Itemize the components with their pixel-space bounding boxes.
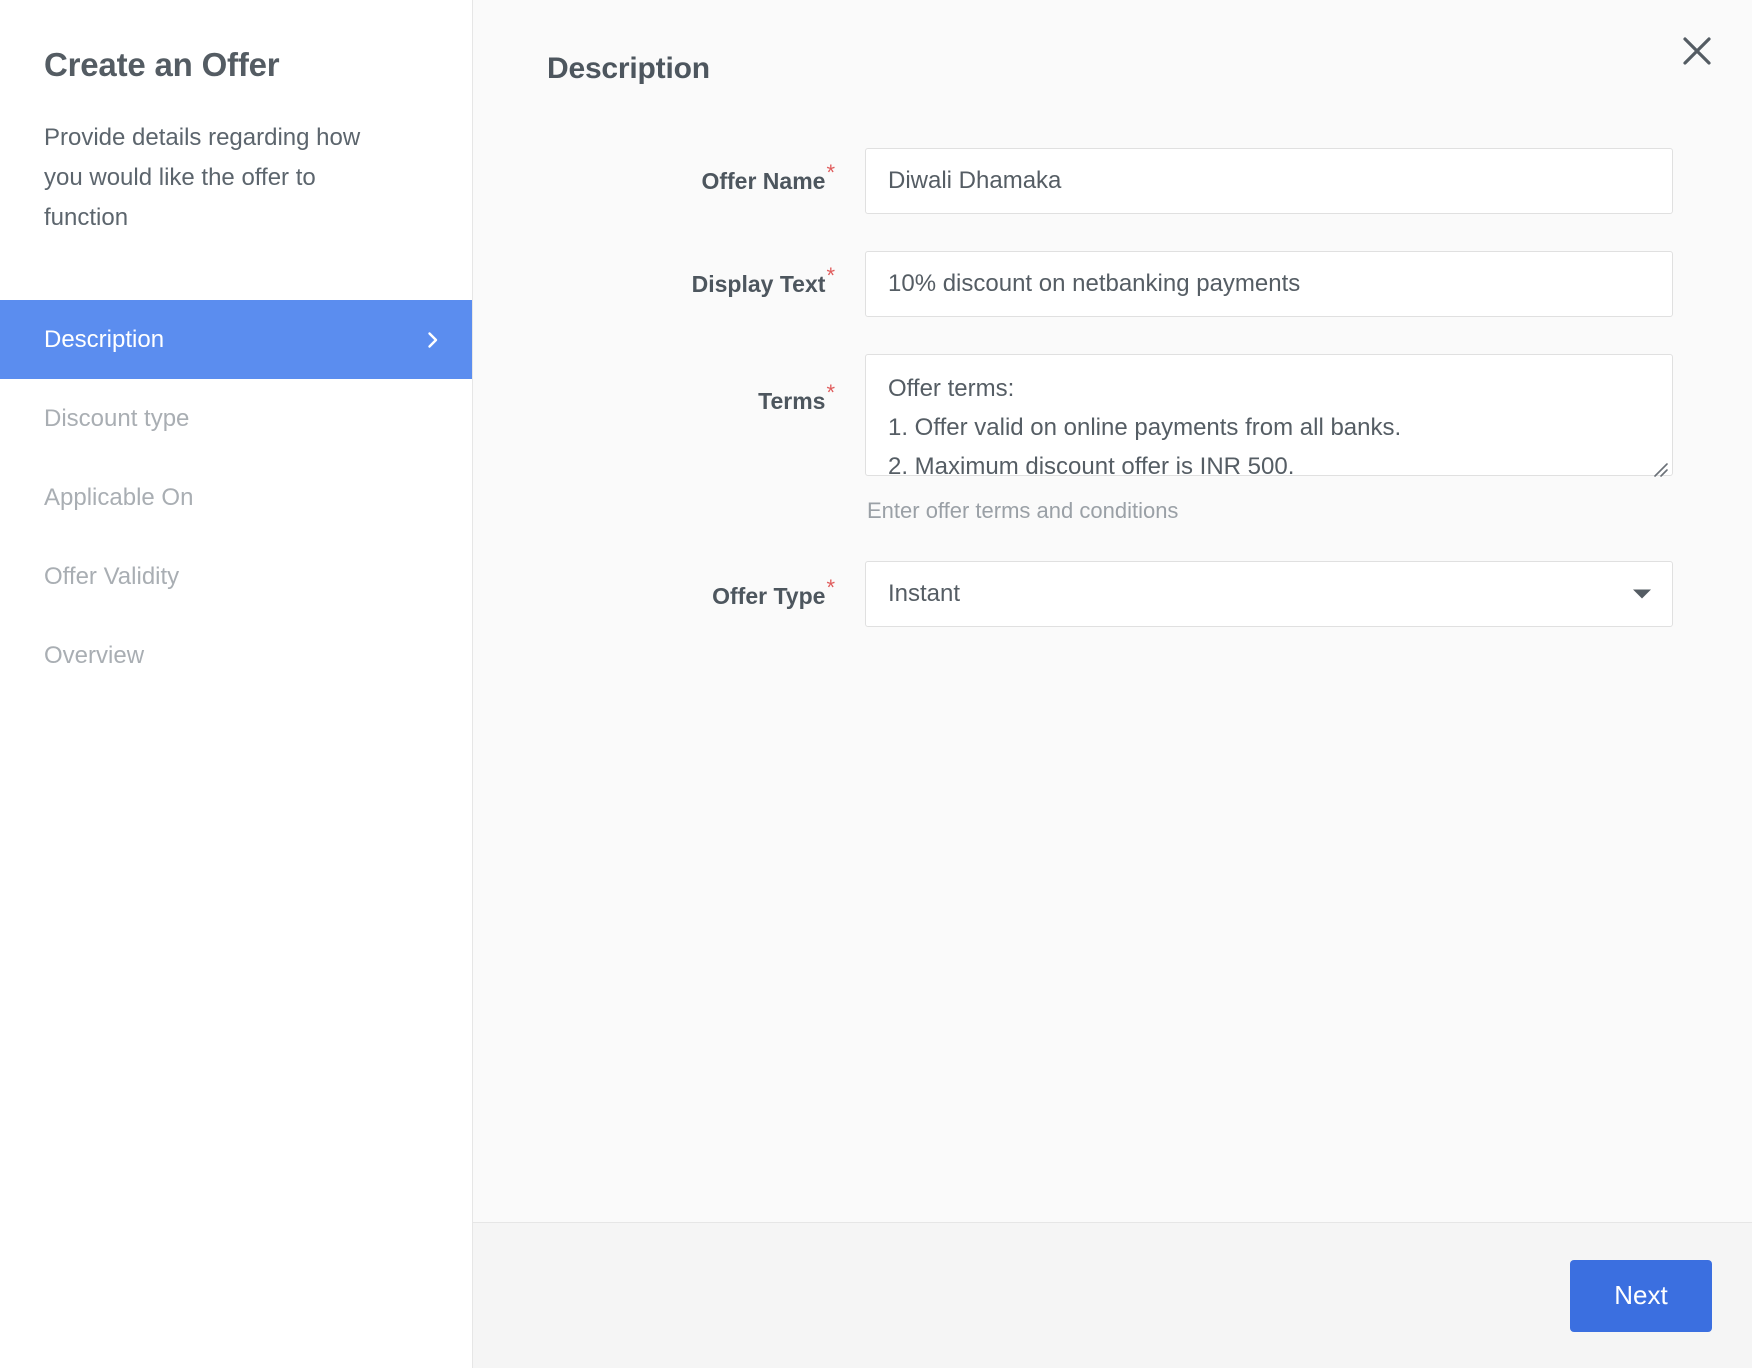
offer-type-label: Offer Type* bbox=[547, 561, 865, 608]
form-row-terms: Terms* Offer terms: 1. Offer valid on on… bbox=[547, 354, 1676, 524]
offer-type-select[interactable]: Instant bbox=[865, 561, 1673, 627]
sidebar: Create an Offer Provide details regardin… bbox=[0, 0, 473, 1368]
sidebar-item-label: Discount type bbox=[44, 404, 190, 432]
offer-name-input[interactable] bbox=[865, 148, 1673, 214]
required-asterisk: * bbox=[826, 575, 835, 601]
display-text-field-wrap bbox=[865, 251, 1673, 317]
display-text-label: Display Text* bbox=[547, 251, 865, 296]
section-title: Description bbox=[547, 52, 710, 85]
chevron-right-icon bbox=[422, 329, 444, 351]
required-asterisk: * bbox=[826, 380, 835, 406]
terms-textarea[interactable]: Offer terms: 1. Offer valid on online pa… bbox=[865, 354, 1673, 476]
form-row-display-text: Display Text* bbox=[547, 251, 1676, 317]
wizard-step-nav: Description Discount type Applicable On … bbox=[0, 300, 472, 695]
offer-name-field-wrap bbox=[865, 148, 1673, 214]
sidebar-item-overview[interactable]: Overview bbox=[0, 616, 472, 695]
form-body: Description Offer Name* Display Text* bbox=[473, 0, 1752, 1222]
form-row-offer-name: Offer Name* bbox=[547, 148, 1676, 214]
next-button[interactable]: Next bbox=[1570, 1259, 1712, 1332]
sidebar-item-label: Offer Validity bbox=[44, 562, 180, 590]
page-title: Create an Offer bbox=[44, 46, 280, 83]
terms-field-wrap: Offer terms: 1. Offer valid on online pa… bbox=[865, 354, 1673, 524]
sidebar-item-offer-validity[interactable]: Offer Validity bbox=[0, 537, 472, 616]
terms-help-text: Enter offer terms and conditions bbox=[867, 498, 1179, 523]
form-row-offer-type: Offer Type* Instant bbox=[547, 561, 1676, 627]
terms-label: Terms* bbox=[547, 354, 865, 413]
required-asterisk: * bbox=[826, 263, 835, 289]
modal-footer: Next bbox=[473, 1222, 1752, 1368]
sidebar-item-description[interactable]: Description bbox=[0, 300, 472, 379]
display-text-input[interactable] bbox=[865, 251, 1673, 317]
offer-type-select-box[interactable]: Instant bbox=[865, 561, 1673, 627]
sidebar-item-label: Applicable On bbox=[44, 483, 194, 511]
sidebar-item-label: Overview bbox=[44, 641, 145, 669]
offer-name-label: Offer Name* bbox=[547, 148, 865, 193]
offer-name-label-text: Offer Name bbox=[701, 168, 826, 194]
terms-label-text: Terms bbox=[758, 388, 826, 414]
sidebar-item-label: Description bbox=[44, 325, 165, 353]
terms-textarea-box: Offer terms: 1. Offer valid on online pa… bbox=[865, 354, 1673, 481]
page-subtitle: Provide details regarding how you would … bbox=[44, 124, 361, 231]
content-panel: Description Offer Name* Display Text* bbox=[473, 0, 1752, 1368]
sidebar-item-discount-type[interactable]: Discount type bbox=[0, 379, 472, 458]
offer-type-label-text: Offer Type bbox=[712, 583, 826, 609]
sidebar-item-applicable-on[interactable]: Applicable On bbox=[0, 458, 472, 537]
offer-type-field-wrap: Instant bbox=[865, 561, 1673, 627]
create-offer-modal: Create an Offer Provide details regardin… bbox=[0, 0, 1752, 1368]
required-asterisk: * bbox=[826, 160, 835, 186]
close-icon[interactable] bbox=[1672, 26, 1722, 76]
display-text-label-text: Display Text bbox=[691, 271, 826, 297]
